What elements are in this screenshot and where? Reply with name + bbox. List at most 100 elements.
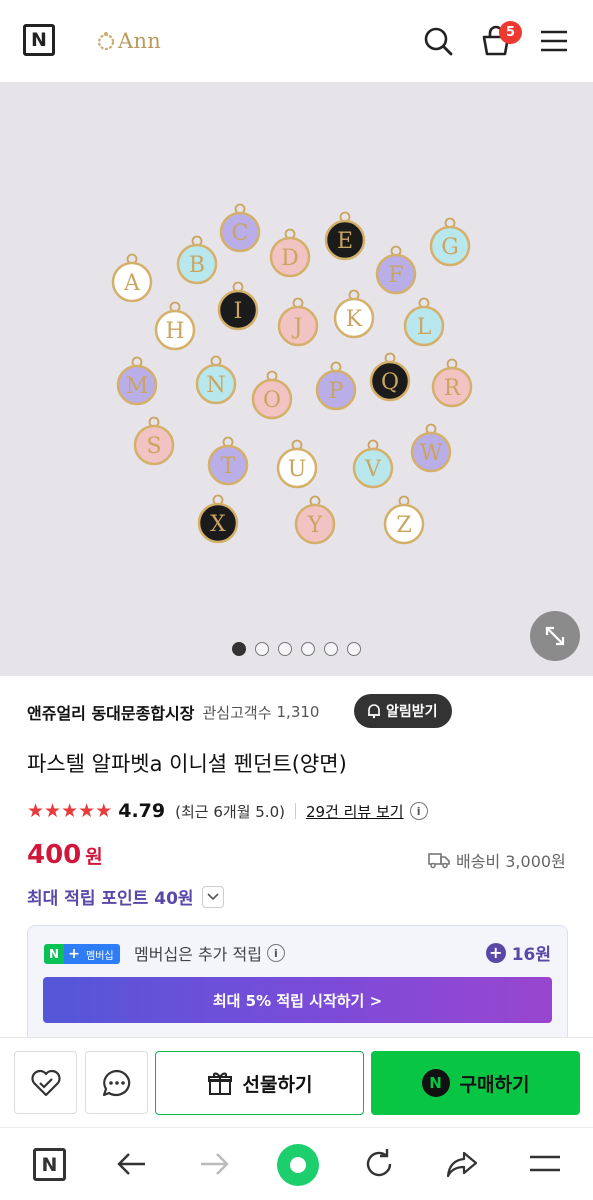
share-icon[interactable]: [444, 1146, 480, 1182]
membership-points: + 16원: [485, 940, 551, 965]
charm-pendant: G: [429, 217, 471, 267]
star-icon: ★: [78, 799, 96, 822]
forward-arrow-icon[interactable]: [196, 1146, 232, 1182]
charm-pendant: N: [195, 355, 237, 405]
refresh-icon[interactable]: [361, 1146, 397, 1182]
bell-plus-icon: [368, 704, 380, 719]
rating-score: 4.79: [118, 800, 166, 822]
cart-count-badge: 5: [499, 21, 522, 44]
pagination-dot[interactable]: [324, 642, 338, 656]
charm-pendant: E: [324, 211, 366, 261]
buy-label: 구매하기: [459, 1073, 530, 1096]
top-bar: N Ann 5: [0, 0, 593, 82]
membership-text-row: 멤버십은 추가 적립 i: [134, 941, 285, 965]
home-button[interactable]: [277, 1144, 319, 1186]
charm-letter: W: [420, 441, 443, 466]
charm-pendant: D: [269, 228, 311, 278]
charm-pendant: J: [277, 297, 319, 347]
rating-recent: (최근 6개월 5.0): [175, 802, 285, 821]
charm-pendant: C: [219, 203, 261, 253]
chat-icon: [102, 1069, 130, 1096]
charm-letter: D: [281, 246, 299, 271]
pagination-dot[interactable]: [232, 642, 246, 656]
store-info-row: 앤쥬얼리 동대문종합시장 관심고객수 1,310 알림받기: [27, 694, 567, 730]
browser-naver-letter: N: [41, 1153, 58, 1176]
charm-letter: M: [126, 374, 149, 399]
store-name[interactable]: 앤쥬얼리 동대문종합시장: [27, 700, 195, 724]
shipping-info: 배송비 3,000원: [428, 848, 566, 872]
charm-pendant: U: [276, 439, 318, 489]
pagination-dot[interactable]: [255, 642, 269, 656]
pagination-dot[interactable]: [301, 642, 315, 656]
membership-text: 멤버십은 추가 적립: [134, 945, 262, 964]
buy-button[interactable]: N 구매하기: [371, 1051, 580, 1115]
membership-box: N + 멤버십 멤버십은 추가 적립 i + 16원 최대 5% 적립 시작하기…: [27, 925, 568, 1037]
review-link[interactable]: 29건 리뷰 보기: [306, 801, 404, 822]
notify-button[interactable]: 알림받기: [354, 694, 452, 728]
charm-letter: C: [232, 221, 249, 246]
charm-pendant: F: [375, 245, 417, 295]
expand-icon: [545, 626, 565, 646]
charm-pendant: T: [207, 436, 249, 486]
membership-start-button[interactable]: 최대 5% 적립 시작하기 >: [43, 977, 552, 1023]
chevron-down-icon[interactable]: [201, 885, 224, 908]
action-bar: 선물하기 N 구매하기: [0, 1037, 593, 1127]
gallery-pagination: [232, 642, 361, 656]
plus-circle-icon: +: [485, 942, 506, 963]
naver-plus-badge: N + 멤버십: [44, 944, 120, 964]
gift-label: 선물하기: [242, 1073, 313, 1096]
charm-letter: J: [292, 315, 303, 340]
charm-pendant: S: [133, 416, 175, 466]
brand-logo[interactable]: Ann: [96, 27, 161, 55]
npay-icon: N: [421, 1069, 450, 1097]
charm-letter: Q: [381, 370, 399, 395]
charm-letter: Z: [396, 513, 411, 538]
star-icon: ★: [27, 799, 45, 822]
charm-pendant: L: [403, 297, 445, 347]
charm-letter: G: [441, 235, 459, 260]
expand-image-button[interactable]: [530, 611, 580, 661]
charm-letter: U: [288, 457, 307, 482]
price-value: 400: [27, 840, 82, 870]
naver-logo[interactable]: N: [23, 24, 55, 56]
charm-pendant: Z: [383, 495, 425, 545]
charm-letter: O: [263, 388, 281, 413]
back-arrow-icon[interactable]: [114, 1146, 150, 1182]
charm-letter: A: [123, 271, 141, 296]
points-row[interactable]: 최대 적립 포인트 40원: [27, 884, 224, 909]
product-image-gallery[interactable]: A B C D E F G H I J K L M N O P Q R S T U V W X Y Z: [0, 82, 593, 676]
notify-label: 알림받기: [386, 704, 438, 720]
wishlist-button[interactable]: [14, 1051, 77, 1114]
browser-naver-button[interactable]: N: [33, 1148, 66, 1181]
charm-pendant: B: [176, 235, 218, 285]
charm-letter: P: [329, 379, 344, 404]
pagination-dot[interactable]: [347, 642, 361, 656]
charm-letter: R: [444, 376, 462, 401]
gift-icon: [207, 1072, 232, 1095]
charm-pendant: Y: [294, 495, 336, 545]
charm-letter: X: [210, 512, 226, 537]
info-icon[interactable]: i: [409, 802, 428, 820]
gift-button[interactable]: 선물하기: [155, 1051, 364, 1115]
charm-letter: V: [364, 457, 382, 482]
brand-name: Ann: [118, 29, 162, 53]
brand-ring-icon: [97, 32, 115, 51]
np-n-icon: N: [44, 944, 64, 964]
charm-letter: F: [388, 263, 403, 288]
charm-letter: N: [206, 373, 225, 398]
naver-logo-letter: N: [31, 29, 47, 51]
charm-letter: B: [189, 253, 205, 278]
charm-pendant: W: [410, 423, 452, 473]
charm-pendant: P: [315, 361, 357, 411]
membership-info-icon[interactable]: i: [266, 944, 285, 962]
chat-button[interactable]: [85, 1051, 148, 1114]
charm-letter: S: [146, 434, 161, 459]
price: 400 원: [27, 840, 103, 870]
menu-icon[interactable]: [537, 24, 571, 58]
charm-pendant: K: [333, 289, 375, 339]
search-icon[interactable]: [421, 24, 455, 58]
browser-menu-icon[interactable]: [527, 1146, 563, 1182]
pagination-dot[interactable]: [278, 642, 292, 656]
charm-letter: Y: [307, 513, 323, 538]
rating-row: ★ ★ ★ ★ ★ 4.79 (최근 6개월 5.0) 29건 리뷰 보기 i: [27, 798, 428, 824]
